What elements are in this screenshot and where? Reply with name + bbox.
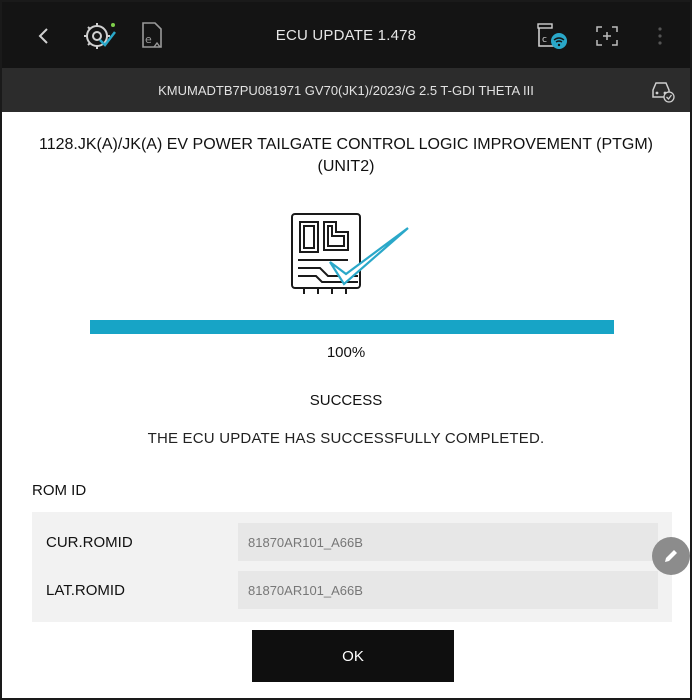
vehicle-info-bar: KMUMADTB7PU081971 GV70(JK1)/2023/G 2.5 T… [2,68,690,112]
progress-bar-fill [90,320,614,334]
export-button[interactable]: e [137,20,167,52]
ecu-success-illustration [291,213,409,294]
update-item-title: 1128.JK(A)/JK(A) EV POWER TAILGATE CONTR… [38,136,653,175]
top-bar: e c ECU UPDATE 1.478 [2,2,690,68]
auto-ecu-button[interactable] [80,20,120,52]
svg-text:c: c [542,35,547,45]
status-message: THE ECU UPDATE HAS SUCCESSFULLY COMPLETE… [147,430,545,447]
back-button[interactable] [32,20,56,52]
gear-check-icon [84,23,116,49]
screen-capture-button[interactable] [592,20,622,52]
rom-value-latest: 81870AR101_A66B [238,571,658,609]
car-diagnostic-icon [652,82,675,103]
export-document-icon: e [142,22,162,48]
rom-id-table: CUR.ROMID 81870AR101_A66B LAT.ROMID 8187… [32,512,672,622]
rom-row-current: CUR.ROMID 81870AR101_A66B [32,522,672,562]
edit-button[interactable] [652,537,690,575]
more-menu-button[interactable] [652,20,668,52]
rom-row-latest: LAT.ROMID 81870AR101_A66B [32,570,672,610]
more-vertical-icon [658,27,662,45]
app-window: e c ECU UPDATE 1.478 KMUMADTB7PU081971 G… [0,0,692,700]
screenshot-icon [596,26,618,46]
vci-status-button[interactable]: c [534,20,570,52]
vehicle-info-text: KMUMADTB7PU081971 GV70(JK1)/2023/G 2.5 T… [158,82,534,98]
rom-key-current: CUR.ROMID [46,533,133,551]
vci-wifi-icon: c [537,23,567,49]
rom-key-latest: LAT.ROMID [46,581,125,599]
rom-id-heading: ROM ID [32,482,87,499]
vehicle-status-button[interactable] [648,76,676,107]
ok-button[interactable]: OK [252,630,454,682]
svg-text:e: e [145,33,152,46]
pencil-icon [665,548,679,562]
progress-percent: 100% [326,344,366,361]
progress-bar [90,320,614,334]
status-text: SUCCESS [309,392,383,409]
back-chevron-icon [38,28,48,44]
rom-value-current: 81870AR101_A66B [238,523,658,561]
